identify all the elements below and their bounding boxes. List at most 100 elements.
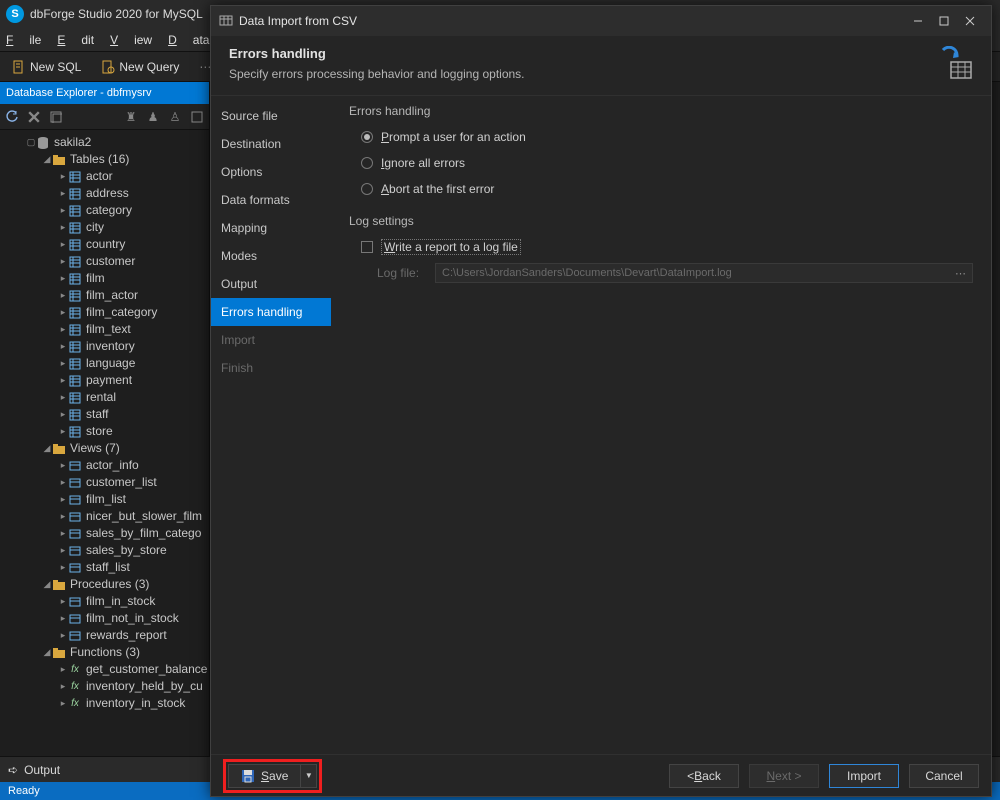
tree-table-inventory[interactable]: ▸inventory [2,338,209,355]
radio-ignore-errors[interactable]: Ignore all errors [349,150,973,176]
layout-icon[interactable] [189,109,205,125]
refresh-icon[interactable] [4,109,20,125]
tree-view-actor_info[interactable]: ▸actor_info [2,457,209,474]
app-window: S dbForge Studio 2020 for MySQL File Edi… [0,0,1000,800]
tree-table-address[interactable]: ▸address [2,185,209,202]
wizard-step-import: Import [211,326,331,354]
tree-view-customer_list[interactable]: ▸customer_list [2,474,209,491]
radio-abort-first[interactable]: Abort at the first error [349,176,973,202]
app-title: dbForge Studio 2020 for MySQL [30,7,203,21]
dialog-header: Errors handling Specify errors processin… [211,36,991,96]
tree-view-staff_list[interactable]: ▸staff_list [2,559,209,576]
new-query-button[interactable]: New Query [95,58,185,76]
wizard-step-source-file[interactable]: Source file [211,102,331,130]
filter-icon[interactable]: ♜ [123,109,139,125]
radio-icon [361,157,373,169]
tree-tables-folder[interactable]: ◢Tables (16) [2,151,209,168]
wizard-step-mapping[interactable]: Mapping [211,214,331,242]
tree-table-language[interactable]: ▸language [2,355,209,372]
tree-func-inventory_held_by_cu[interactable]: ▸fxinventory_held_by_cu [2,678,209,695]
save-icon [241,769,255,783]
close-connection-icon[interactable] [26,109,42,125]
tree-view-nicer_but_slower_film[interactable]: ▸nicer_but_slower_film [2,508,209,525]
menu-view[interactable]: View [110,33,152,47]
tree-proc-film_in_stock[interactable]: ▸film_in_stock [2,593,209,610]
database-explorer: Database Explorer - dbfmysrv ♜ ♟ ♙ ▢saki… [0,82,210,756]
new-sql-button[interactable]: New SQL [6,58,87,76]
dialog-icon [219,13,233,30]
tree-funcs-folder[interactable]: ◢Functions (3) [2,644,209,661]
back-button[interactable]: < Back [669,764,739,788]
tree-func-get_customer_balance[interactable]: ▸fxget_customer_balance [2,661,209,678]
wizard-step-output[interactable]: Output [211,270,331,298]
tree-table-country[interactable]: ▸country [2,236,209,253]
tree-table-actor[interactable]: ▸actor [2,168,209,185]
tree-table-film_actor[interactable]: ▸film_actor [2,287,209,304]
save-button-highlight: Save ▼ [223,759,322,793]
wizard-step-data-formats[interactable]: Data formats [211,186,331,214]
tree-table-film[interactable]: ▸film [2,270,209,287]
new-sql-label: New SQL [30,60,81,74]
dialog-maximize-icon[interactable] [931,10,957,32]
dialog-body: Source fileDestinationOptionsData format… [211,96,991,754]
wizard-step-destination[interactable]: Destination [211,130,331,158]
tree-table-store[interactable]: ▸store [2,423,209,440]
tree-table-film_category[interactable]: ▸film_category [2,304,209,321]
radio-prompt-user[interactable]: Prompt a user for an action [349,124,973,150]
tree-proc-rewards_report[interactable]: ▸rewards_report [2,627,209,644]
errors-handling-group: Errors handling Prompt a user for an act… [349,104,973,202]
tree-table-payment[interactable]: ▸payment [2,372,209,389]
filter2-icon[interactable]: ♟ [145,109,161,125]
tree-view-sales_by_film_catego[interactable]: ▸sales_by_film_catego [2,525,209,542]
explorer-header: Database Explorer - dbfmysrv [0,82,209,104]
tree-proc-film_not_in_stock[interactable]: ▸film_not_in_stock [2,610,209,627]
wizard-step-errors-handling[interactable]: Errors handling [211,298,331,326]
save-button[interactable]: Save [228,764,301,788]
tree-table-staff[interactable]: ▸staff [2,406,209,423]
dialog-header-title: Errors handling [229,46,939,61]
cancel-button[interactable]: Cancel [909,764,979,788]
menu-edit[interactable]: Edit [57,33,94,47]
tree-table-city[interactable]: ▸city [2,219,209,236]
tree-view-sales_by_store[interactable]: ▸sales_by_store [2,542,209,559]
tree-table-film_text[interactable]: ▸film_text [2,321,209,338]
menu-file[interactable]: File [6,33,41,47]
tree-table-category[interactable]: ▸category [2,202,209,219]
dialog-title-text: Data Import from CSV [239,14,357,28]
checkbox-icon [361,241,373,253]
import-button[interactable]: Import [829,764,899,788]
wizard-step-options[interactable]: Options [211,158,331,186]
filter3-icon[interactable]: ♙ [167,109,183,125]
next-button: Next > [749,764,819,788]
tree-database[interactable]: ▢sakila2 [2,134,209,151]
output-icon: ➪ [8,763,18,777]
wizard-step-modes[interactable]: Modes [211,242,331,270]
import-table-icon [939,46,973,80]
log-file-value: C:\Users\JordanSanders\Documents\Devart\… [442,267,732,279]
dialog-header-desc: Specify errors processing behavior and l… [229,67,939,81]
wizard-step-finish: Finish [211,354,331,382]
check-write-log[interactable]: Write a report to a log file [349,234,973,260]
app-logo-icon: S [6,5,24,23]
tree-func-inventory_in_stock[interactable]: ▸fxinventory_in_stock [2,695,209,712]
new-query-label: New Query [119,60,179,74]
new-query-icon [101,60,115,74]
browse-icon[interactable]: ⋯ [955,267,966,280]
window-icon[interactable] [48,109,64,125]
status-text: Ready [8,785,40,797]
tree-table-customer[interactable]: ▸customer [2,253,209,270]
new-sql-icon [12,60,26,74]
explorer-tree[interactable]: ▢sakila2◢Tables (16)▸actor▸address▸categ… [0,130,209,756]
tree-view-film_list[interactable]: ▸film_list [2,491,209,508]
log-file-label: Log file: [377,266,427,280]
tree-table-rental[interactable]: ▸rental [2,389,209,406]
tree-procs-folder[interactable]: ◢Procedures (3) [2,576,209,593]
dialog-titlebar: Data Import from CSV [211,6,991,36]
save-dropdown-icon[interactable]: ▼ [301,764,317,788]
tree-views-folder[interactable]: ◢Views (7) [2,440,209,457]
radio-icon [361,131,373,143]
dialog-close-icon[interactable] [957,10,983,32]
data-import-dialog: Data Import from CSV Errors handling Spe… [210,5,992,797]
dialog-minimize-icon[interactable] [905,10,931,32]
log-file-field[interactable]: C:\Users\JordanSanders\Documents\Devart\… [435,263,973,283]
